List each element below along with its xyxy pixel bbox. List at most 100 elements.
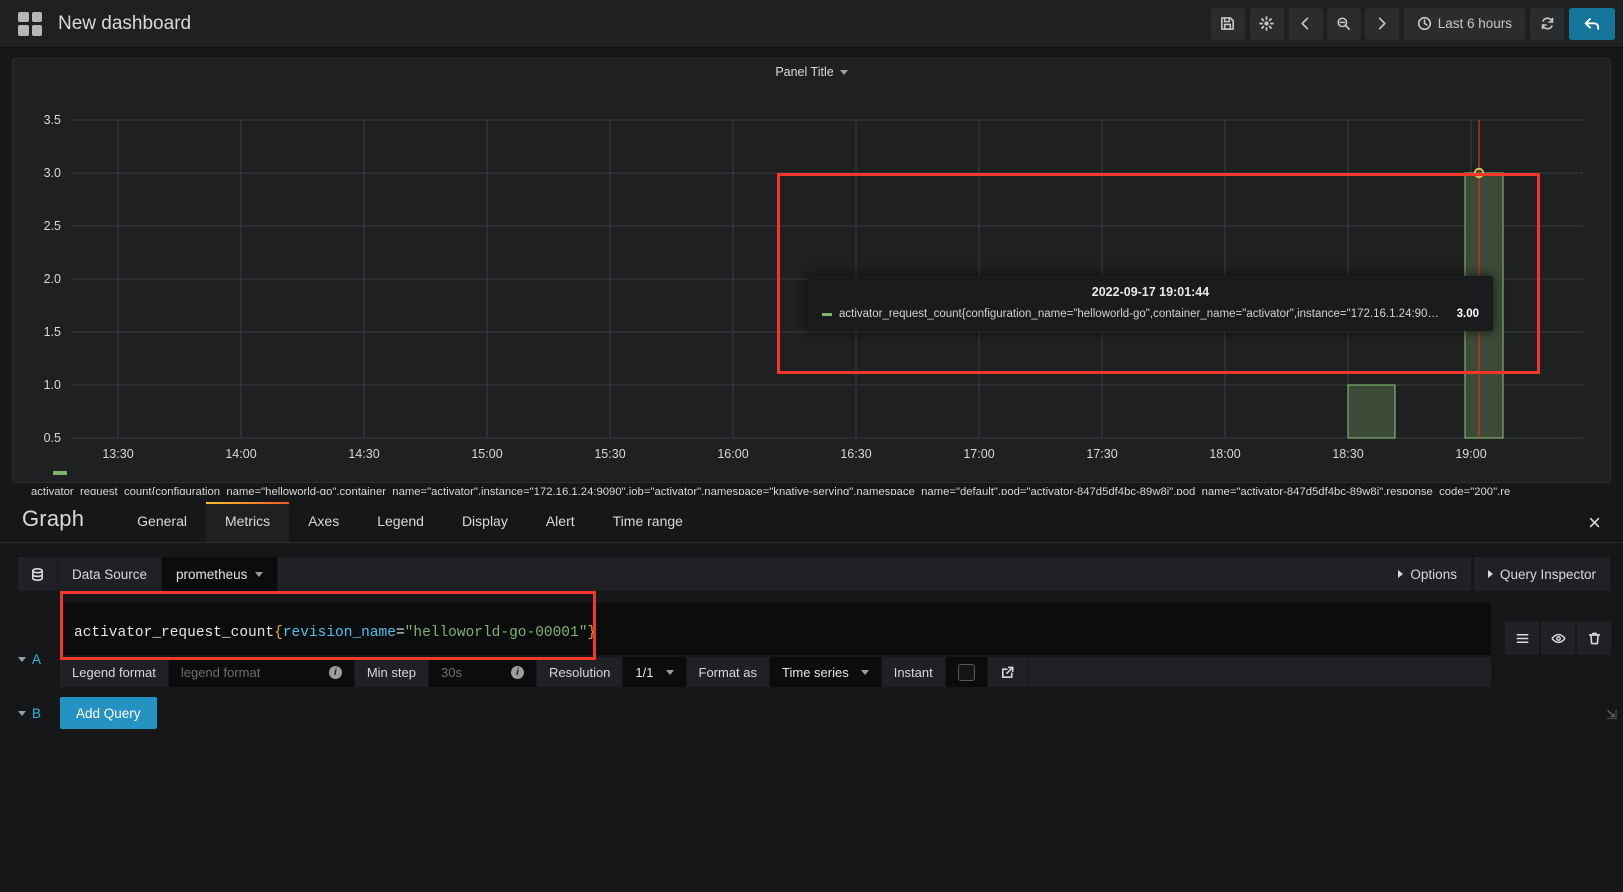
query-options-row: Legend format legend format i Min step 3… [60, 657, 1491, 687]
query-actions [1491, 603, 1611, 687]
panel-title: Panel Title [775, 65, 833, 79]
tab-general[interactable]: General [118, 513, 206, 542]
tab-time-range[interactable]: Time range [594, 513, 702, 542]
eye-icon [1551, 631, 1566, 646]
time-shift-back-button[interactable] [1289, 8, 1323, 40]
legend-color-swatch-icon[interactable] [53, 471, 67, 475]
legend-format-input[interactable]: legend format i [169, 657, 355, 687]
panel-header[interactable]: Panel Title [13, 59, 1610, 85]
dashboard-settings-button[interactable] [1250, 8, 1284, 40]
clock-icon [1417, 16, 1432, 31]
query-token-label: revision_name [283, 625, 396, 641]
chevron-down-icon [666, 670, 674, 675]
query-options-spacer [1028, 657, 1491, 687]
svg-text:14:00: 14:00 [225, 447, 256, 460]
info-icon[interactable]: i [511, 666, 524, 679]
add-query-button[interactable]: Add Query [60, 697, 157, 729]
query-expression-input[interactable]: activator_request_count{revision_name="h… [60, 603, 1491, 655]
save-dashboard-button[interactable] [1211, 8, 1245, 40]
query-inspector-button[interactable]: Query Inspector [1474, 557, 1611, 591]
query-hamburger-menu-button[interactable] [1505, 621, 1539, 655]
format-as-select[interactable]: Time series [770, 657, 882, 687]
editor-resize-handle[interactable]: ⇲ [1606, 707, 1617, 723]
legend-format-placeholder: legend format [181, 665, 261, 680]
format-as-label: Format as [687, 657, 771, 687]
svg-text:17:00: 17:00 [963, 447, 994, 460]
svg-text:13:30: 13:30 [102, 447, 133, 460]
gear-icon [1259, 16, 1274, 31]
info-icon[interactable]: i [329, 666, 342, 679]
editor-title: Graph [22, 506, 118, 542]
options-toggle-button[interactable]: Options [1384, 557, 1472, 591]
save-icon [1220, 16, 1235, 31]
graph-tooltip: 2022-09-17 19:01:44 activator_request_co… [808, 276, 1493, 331]
query-a-toggle[interactable]: A [18, 603, 60, 687]
svg-text:18:30: 18:30 [1332, 447, 1363, 460]
query-delete-button[interactable] [1577, 621, 1611, 655]
datasource-row: Data Source prometheus Options Query Ins… [0, 543, 1623, 591]
close-editor-button[interactable]: × [1588, 512, 1601, 534]
tooltip-series-value: 3.00 [1447, 308, 1479, 320]
min-step-placeholder: 30s [441, 665, 462, 680]
query-b-toggle[interactable]: B [18, 706, 60, 721]
checkbox-icon [958, 664, 975, 681]
chevron-down-icon [18, 711, 26, 716]
dashboard-brand: New dashboard [18, 12, 191, 36]
tab-alert[interactable]: Alert [527, 513, 594, 542]
graph-canvas: 3.5 3.0 2.5 2.0 1.5 1.0 0.5 13:30 14:00 … [13, 85, 1610, 460]
time-shift-forward-button[interactable] [1365, 8, 1399, 40]
database-glyph-icon [30, 567, 45, 582]
svg-text:3.5: 3.5 [44, 113, 61, 127]
top-navbar: New dashboard [0, 0, 1623, 48]
query-token-metric: activator_request_count [74, 625, 274, 641]
tab-metrics[interactable]: Metrics [206, 502, 289, 542]
resolution-select[interactable]: 1/1 [623, 657, 686, 687]
back-arrow-icon [1583, 16, 1601, 32]
dashboard-grid-icon [18, 12, 42, 36]
time-range-picker[interactable]: Last 6 hours [1404, 8, 1525, 40]
query-external-link-button[interactable] [988, 657, 1028, 687]
tooltip-series-row: activator_request_count{configuration_na… [822, 308, 1479, 320]
query-row-b: B Add Query [0, 687, 1623, 729]
back-to-dashboard-button[interactable] [1569, 8, 1615, 40]
tab-display[interactable]: Display [443, 513, 527, 542]
instant-checkbox[interactable] [946, 657, 988, 687]
page-title: New dashboard [58, 13, 191, 35]
hamburger-menu-icon [1515, 631, 1530, 646]
resolution-value: 1/1 [635, 665, 653, 680]
query-row-a: A activator_request_count{revision_name=… [0, 591, 1623, 687]
svg-text:16:30: 16:30 [840, 447, 871, 460]
resolution-label: Resolution [537, 657, 623, 687]
min-step-input[interactable]: 30s i [429, 657, 537, 687]
graph-plot-area[interactable]: 3.5 3.0 2.5 2.0 1.5 1.0 0.5 13:30 14:00 … [13, 85, 1610, 460]
tab-legend[interactable]: Legend [358, 513, 443, 542]
series-color-swatch-icon [822, 313, 832, 316]
datasource-value: prometheus [176, 567, 247, 582]
external-link-icon [1000, 665, 1015, 680]
tooltip-timestamp: 2022-09-17 19:01:44 [822, 285, 1479, 299]
svg-text:1.0: 1.0 [44, 378, 61, 392]
chevron-right-icon [1488, 570, 1493, 578]
svg-text:1.5: 1.5 [44, 325, 61, 339]
query-toggle-visibility-button[interactable] [1541, 621, 1575, 655]
tooltip-series-name: activator_request_count{configuration_na… [839, 308, 1440, 320]
database-icon [18, 557, 58, 591]
zoom-out-button[interactable] [1327, 8, 1361, 40]
min-step-label: Min step [355, 657, 429, 687]
panel-legend: activator_request_count{configuration_na… [13, 460, 1610, 498]
datasource-select[interactable]: prometheus [162, 557, 278, 591]
svg-text:15:00: 15:00 [471, 447, 502, 460]
time-nav-group [1289, 8, 1399, 40]
query-inspector-label: Query Inspector [1500, 567, 1596, 582]
query-token-value: "helloworld-go-00001" [405, 625, 588, 641]
tab-axes[interactable]: Axes [289, 513, 358, 542]
refresh-button[interactable] [1530, 8, 1564, 40]
query-token-operator: = [396, 625, 405, 641]
chevron-down-icon[interactable] [840, 70, 848, 75]
legend-format-label: Legend format [60, 657, 169, 687]
svg-text:0.5: 0.5 [44, 431, 61, 445]
chevron-down-icon [18, 657, 26, 662]
options-label: Options [1410, 567, 1457, 582]
svg-text:16:00: 16:00 [717, 447, 748, 460]
chevron-left-icon [1298, 16, 1313, 31]
